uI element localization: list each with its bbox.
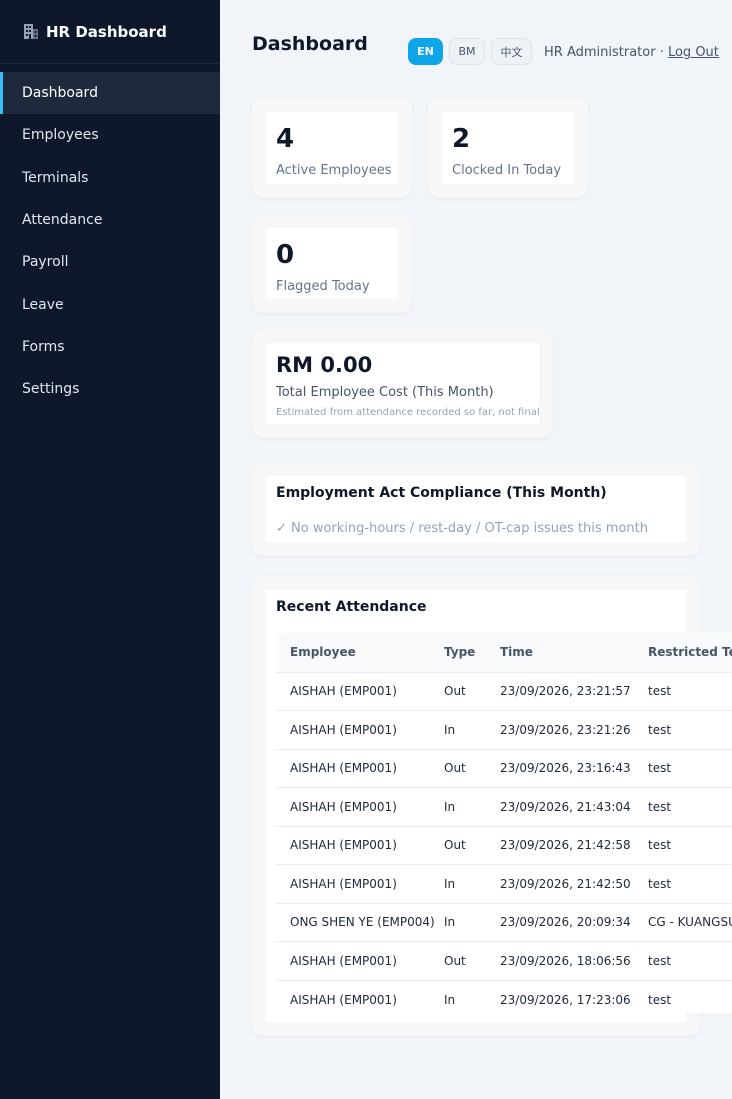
column-header-time[interactable]: Time bbox=[500, 632, 648, 672]
cell-time: 23/09/2026, 17:23:06 bbox=[500, 979, 648, 1013]
column-header-employee[interactable]: Employee bbox=[276, 632, 444, 672]
attendance-table-scroll[interactable]: Employee Type Time Restricted Terminal A… bbox=[276, 632, 732, 1013]
stat-card-clocked-in: 2 Clocked In Today bbox=[428, 98, 588, 198]
table-row: AISHAH (EMP001) Out 23/09/2026, 23:21:57… bbox=[276, 671, 732, 711]
cell-terminal: test bbox=[648, 941, 732, 980]
lang-en-button[interactable]: EN bbox=[408, 38, 443, 65]
cell-type: Out bbox=[444, 748, 500, 788]
column-header-restricted-terminal[interactable]: Restricted Terminal bbox=[648, 632, 732, 672]
sidebar-item-dashboard[interactable]: Dashboard bbox=[0, 72, 220, 115]
cell-employee: AISHAH (EMP001) bbox=[276, 825, 444, 865]
user-name: HR Administrator · bbox=[544, 45, 664, 60]
stat-value: 4 bbox=[276, 124, 295, 154]
table-row: AISHAH (EMP001) Out 23/09/2026, 23:16:43… bbox=[276, 748, 732, 788]
lang-zh-button[interactable]: 中文 bbox=[491, 38, 532, 65]
table-row: AISHAH (EMP001) Out 23/09/2026, 21:42:58… bbox=[276, 825, 732, 865]
cell-employee: AISHAH (EMP001) bbox=[276, 710, 444, 749]
cell-type: In bbox=[444, 979, 500, 1013]
cell-employee: AISHAH (EMP001) bbox=[276, 671, 444, 711]
cell-employee: AISHAH (EMP001) bbox=[276, 864, 444, 903]
compliance-card: Employment Act Compliance (This Month) ✓… bbox=[252, 462, 700, 556]
table-row: AISHAH (EMP001) In 23/09/2026, 21:42:50 … bbox=[276, 864, 732, 903]
cell-terminal: test bbox=[648, 671, 732, 711]
table-row: AISHAH (EMP001) In 23/09/2026, 21:43:04 … bbox=[276, 787, 732, 826]
stat-label: Clocked In Today bbox=[452, 163, 562, 178]
cell-terminal: test bbox=[648, 710, 732, 749]
compliance-status: ✓ No working-hours / rest-day / OT-cap i… bbox=[276, 521, 648, 536]
cell-time: 23/09/2026, 21:42:50 bbox=[500, 864, 648, 903]
sidebar-item-leave[interactable]: Leave bbox=[0, 283, 220, 325]
cell-time: 23/09/2026, 23:16:43 bbox=[500, 748, 648, 788]
lang-bm-button[interactable]: BM bbox=[449, 38, 485, 65]
cell-type: Out bbox=[444, 671, 500, 711]
sidebar-item-payroll[interactable]: Payroll bbox=[0, 241, 220, 283]
cell-time: 23/09/2026, 23:21:57 bbox=[500, 671, 648, 711]
cell-employee: ONG SHEN YE (EMP004) bbox=[276, 902, 444, 942]
cell-terminal: test bbox=[648, 748, 732, 788]
sidebar-item-forms[interactable]: Forms bbox=[0, 326, 220, 368]
sidebar-item-employees[interactable]: Employees bbox=[0, 114, 220, 156]
user-info: HR Administrator · Log Out bbox=[544, 45, 719, 60]
brand-title: HR Dashboard bbox=[46, 22, 167, 41]
table-row: AISHAH (EMP001) In 23/09/2026, 23:21:26 … bbox=[276, 710, 732, 749]
cost-label: Total Employee Cost (This Month) bbox=[276, 385, 494, 400]
stat-card-active-employees: 4 Active Employees bbox=[252, 98, 412, 198]
cell-time: 23/09/2026, 20:09:34 bbox=[500, 902, 648, 942]
recent-attendance-title: Recent Attendance bbox=[276, 599, 427, 615]
stat-card-flagged: 0 Flagged Today bbox=[252, 214, 412, 313]
cell-employee: AISHAH (EMP001) bbox=[276, 941, 444, 980]
stat-value: 0 bbox=[276, 240, 295, 270]
main-content: Dashboard EN BM 中文 HR Administrator · Lo… bbox=[220, 0, 732, 1099]
table-row: AISHAH (EMP001) Out 23/09/2026, 18:06:56… bbox=[276, 941, 732, 980]
cell-employee: AISHAH (EMP001) bbox=[276, 787, 444, 826]
brand[interactable]: HR Dashboard bbox=[0, 0, 220, 64]
recent-attendance-card: Recent Attendance Employee Type Time Res… bbox=[252, 576, 732, 1036]
cell-terminal: test bbox=[648, 825, 732, 865]
stat-label: Active Employees bbox=[276, 163, 392, 178]
building-icon bbox=[22, 23, 39, 40]
cell-employee: AISHAH (EMP001) bbox=[276, 979, 444, 1013]
cell-time: 23/09/2026, 21:43:04 bbox=[500, 787, 648, 826]
sidebar-item-attendance[interactable]: Attendance bbox=[0, 199, 220, 241]
cell-type: In bbox=[444, 902, 500, 942]
cell-terminal: CG - KUANGSU bbox=[648, 902, 732, 942]
logout-link[interactable]: Log Out bbox=[668, 45, 719, 60]
stat-value: 2 bbox=[452, 124, 471, 154]
sidebar-item-terminals[interactable]: Terminals bbox=[0, 157, 220, 199]
cell-type: In bbox=[444, 864, 500, 903]
cell-terminal: test bbox=[648, 864, 732, 903]
sidebar-nav: Dashboard Employees Terminals Attendance… bbox=[0, 72, 220, 410]
sidebar: HR Dashboard Dashboard Employees Termina… bbox=[0, 0, 220, 1099]
cell-type: Out bbox=[444, 941, 500, 980]
compliance-title: Employment Act Compliance (This Month) bbox=[276, 485, 607, 501]
column-header-type[interactable]: Type bbox=[444, 632, 500, 672]
table-row: AISHAH (EMP001) In 23/09/2026, 17:23:06 … bbox=[276, 979, 732, 1013]
sidebar-item-settings[interactable]: Settings bbox=[0, 368, 220, 410]
cell-terminal: test bbox=[648, 787, 732, 826]
stat-card-employee-cost: RM 0.00 Total Employee Cost (This Month)… bbox=[252, 329, 553, 438]
cell-type: In bbox=[444, 710, 500, 749]
table-row: ONG SHEN YE (EMP004) In 23/09/2026, 20:0… bbox=[276, 902, 732, 942]
attendance-table: Employee Type Time Restricted Terminal A… bbox=[276, 632, 732, 1013]
cell-employee: AISHAH (EMP001) bbox=[276, 748, 444, 788]
cell-time: 23/09/2026, 18:06:56 bbox=[500, 941, 648, 980]
cell-time: 23/09/2026, 23:21:26 bbox=[500, 710, 648, 749]
cell-type: Out bbox=[444, 825, 500, 865]
table-header-row: Employee Type Time Restricted Terminal bbox=[276, 632, 732, 672]
cell-time: 23/09/2026, 21:42:58 bbox=[500, 825, 648, 865]
stat-label: Flagged Today bbox=[276, 279, 370, 294]
cost-value: RM 0.00 bbox=[276, 353, 373, 377]
cost-note: Estimated from attendance recorded so fa… bbox=[276, 407, 540, 418]
cell-terminal: test bbox=[648, 979, 732, 1013]
cell-type: In bbox=[444, 787, 500, 826]
page-title: Dashboard bbox=[252, 33, 368, 55]
